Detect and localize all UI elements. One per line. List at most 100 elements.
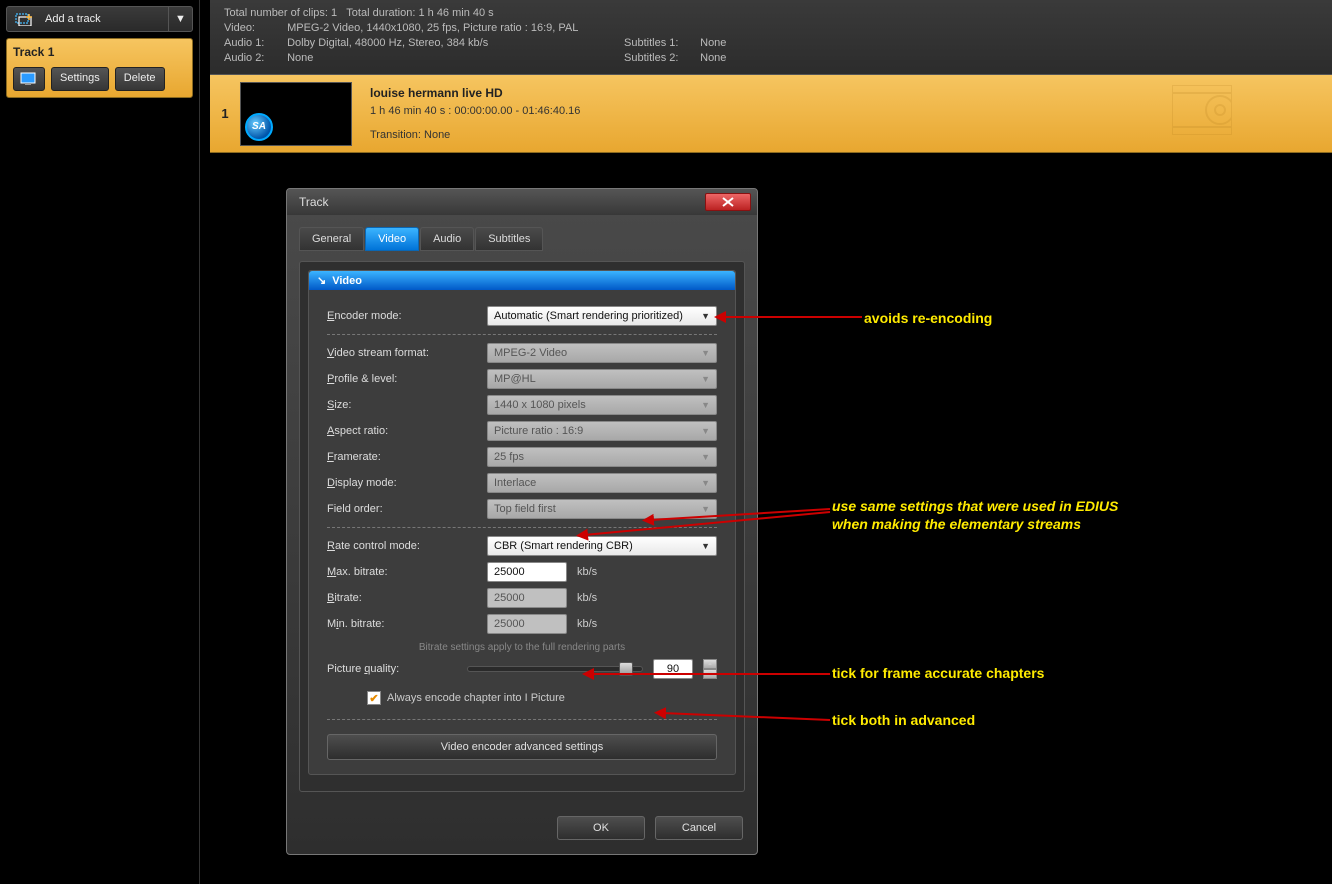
label-display: Display mode: — [327, 477, 487, 489]
label-field-order: Field order: — [327, 503, 487, 515]
combo-framerate-value: 25 fps — [494, 451, 524, 463]
input-min-bitrate — [487, 614, 567, 634]
audio1-value: Dolby Digital, 48000 Hz, Stereo, 384 kb/… — [287, 37, 488, 49]
total-clips-label: Total number of clips: — [224, 6, 328, 21]
total-duration-label: Total duration: — [346, 6, 415, 21]
chevron-down-icon: ▼ — [701, 426, 710, 436]
clip-title: louise hermann live HD — [370, 84, 580, 102]
clip-transition: Transition: None — [370, 126, 580, 144]
spin-down-button[interactable]: ▼ — [703, 669, 717, 679]
video-panel-outer: ↘ Video Encoder mode: Automatic (Smart r… — [299, 261, 745, 792]
sidebar: Add a track ▼ Track 1 Settings Delete — [0, 0, 200, 884]
advanced-settings-button[interactable]: Video encoder advanced settings — [327, 734, 717, 760]
track-buttons: Settings Delete — [13, 67, 186, 91]
combo-aspect-value: Picture ratio : 16:9 — [494, 425, 583, 437]
combo-field-order: Top field first ▼ — [487, 499, 717, 519]
dialog-body: General Video Audio Subtitles ↘ Video En… — [287, 215, 757, 804]
track-settings-button[interactable]: Settings — [51, 67, 109, 91]
sub1-label: Subtitles 1: — [624, 36, 694, 51]
ok-button[interactable]: OK — [557, 816, 645, 840]
row-rate-control: Rate control mode: CBR (Smart rendering … — [327, 536, 717, 556]
info-bar: Total number of clips: 1 Total duration:… — [210, 0, 1332, 75]
label-quality: Picture quality: — [327, 663, 457, 675]
sub2-value: None — [700, 52, 726, 64]
spin-up-button[interactable]: ▲ — [703, 659, 717, 669]
track-title: Track 1 — [13, 45, 186, 59]
combo-profile-value: MP@HL — [494, 373, 536, 385]
row-size: Size: 1440 x 1080 pixels ▼ — [327, 395, 717, 415]
slider-quality[interactable] — [467, 666, 643, 672]
add-track-dropdown[interactable]: ▼ — [168, 7, 192, 31]
bitrate-note: Bitrate settings apply to the full rende… — [327, 642, 717, 653]
chevron-down-icon: ▼ — [701, 478, 710, 488]
chevron-down-icon: ▼ — [701, 374, 710, 384]
video-value: MPEG-2 Video, 1440x1080, 25 fps, Picture… — [287, 22, 578, 34]
combo-display: Interlace ▼ — [487, 473, 717, 493]
label-profile: Profile & level: — [327, 373, 487, 385]
track-dialog: Track General Video Audio Subtitles ↘ Vi… — [286, 188, 758, 855]
combo-encoder-mode[interactable]: Automatic (Smart rendering prioritized) … — [487, 306, 717, 326]
clip-strip[interactable]: 1 SA louise hermann live HD 1 h 46 min 4… — [210, 75, 1332, 153]
track-block: Track 1 Settings Delete — [6, 38, 193, 98]
audio2-value: None — [287, 52, 313, 64]
input-bitrate — [487, 588, 567, 608]
chevron-down-icon: ▼ — [701, 400, 710, 410]
row-max-bitrate: Max. bitrate: kb/s — [327, 562, 717, 582]
total-duration-value: 1 h 46 min 40 s — [418, 6, 493, 21]
slider-thumb[interactable] — [619, 662, 633, 676]
spin-quality-buttons: ▲ ▼ — [703, 659, 717, 679]
combo-rate-control[interactable]: CBR (Smart rendering CBR) ▼ — [487, 536, 717, 556]
tab-general[interactable]: General — [299, 227, 364, 251]
sub1-value: None — [700, 37, 726, 49]
chevron-down-icon: ▼ — [701, 452, 710, 462]
row-aspect: Aspect ratio: Picture ratio : 16:9 ▼ — [327, 421, 717, 441]
video-panel: ↘ Video Encoder mode: Automatic (Smart r… — [308, 270, 736, 775]
chevron-down-icon: ▼ — [701, 541, 710, 551]
clip-meta: louise hermann live HD 1 h 46 min 40 s :… — [352, 84, 580, 144]
track-preview-button[interactable] — [13, 67, 45, 91]
combo-field-order-value: Top field first — [494, 503, 556, 515]
track-delete-button[interactable]: Delete — [115, 67, 165, 91]
label-size: Size: — [327, 399, 487, 411]
add-track-button[interactable]: Add a track ▼ — [6, 6, 193, 32]
dialog-titlebar: Track — [287, 189, 757, 215]
row-field-order: Field order: Top field first ▼ — [327, 499, 717, 519]
annotation-text: tick both in advanced — [832, 712, 975, 728]
combo-size: 1440 x 1080 pixels ▼ — [487, 395, 717, 415]
clip-thumbnail: SA — [240, 82, 352, 146]
expand-icon: ↘ — [317, 274, 326, 287]
row-framerate: Framerate: 25 fps ▼ — [327, 447, 717, 467]
close-icon — [722, 197, 734, 207]
annotation-text: tick for frame accurate chapters — [832, 665, 1044, 681]
row-bitrate: Bitrate: kb/s — [327, 588, 717, 608]
clip-duration: 1 h 46 min 40 s : 00:00:00.00 - 01:46:40… — [370, 102, 580, 120]
tab-video[interactable]: Video — [365, 227, 419, 251]
annotation-text: avoids re-encoding — [864, 310, 992, 326]
dialog-title: Track — [299, 195, 705, 209]
total-clips-value: 1 — [331, 6, 337, 21]
tab-audio[interactable]: Audio — [420, 227, 474, 251]
checkbox-chapter-ipic[interactable]: ✔ — [367, 691, 381, 705]
cancel-button[interactable]: Cancel — [655, 816, 743, 840]
input-max-bitrate[interactable] — [487, 562, 567, 582]
row-display: Display mode: Interlace ▼ — [327, 473, 717, 493]
row-encoder-mode: Encoder mode: Automatic (Smart rendering… — [327, 306, 717, 326]
audio1-label: Audio 1: — [224, 36, 284, 51]
spin-quality-value: 90 — [653, 659, 693, 679]
sub2-label: Subtitles 2: — [624, 51, 694, 66]
tab-subtitles[interactable]: Subtitles — [475, 227, 543, 251]
combo-stream-format: MPEG-2 Video ▼ — [487, 343, 717, 363]
add-track-icon — [7, 7, 41, 31]
close-button[interactable] — [705, 193, 751, 211]
chevron-down-icon: ▼ — [701, 504, 710, 514]
annotation-text: when making the elementary streams — [832, 516, 1081, 532]
label-chapter-ipic: Always encode chapter into I Picture — [387, 692, 565, 704]
row-quality: Picture quality: 90 ▲ ▼ — [327, 659, 717, 679]
dialog-footer: OK Cancel — [287, 804, 757, 854]
panel-content: Encoder mode: Automatic (Smart rendering… — [309, 290, 735, 774]
label-stream-format: Video stream format: — [327, 347, 487, 359]
annotation-text: use same settings that were used in EDIU… — [832, 498, 1118, 514]
combo-size-value: 1440 x 1080 pixels — [494, 399, 586, 411]
panel-header: ↘ Video — [309, 271, 735, 290]
label-max-bitrate: Max. bitrate: — [327, 566, 487, 578]
